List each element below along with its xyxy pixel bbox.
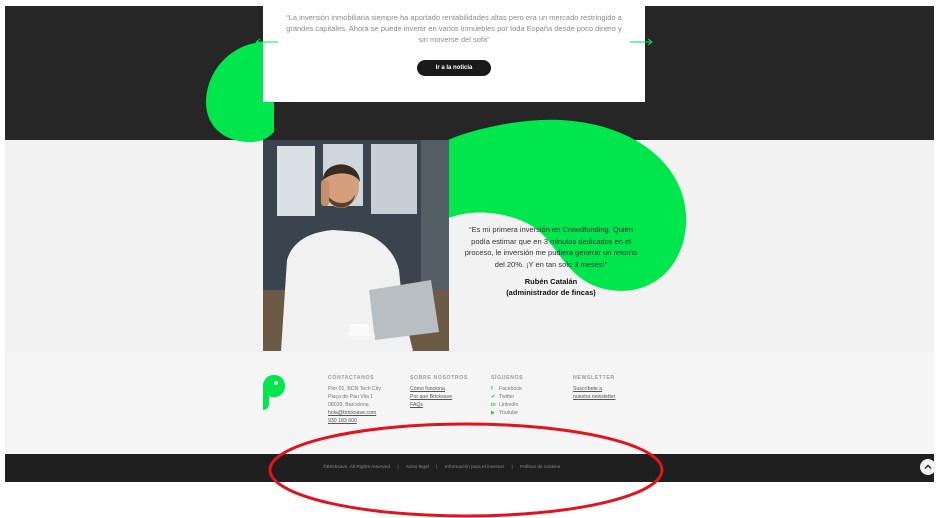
youtube-icon: ▶ — [491, 410, 495, 416]
cookies-policy-link[interactable]: Política de cookies — [520, 465, 560, 470]
linkedin-icon: in — [491, 402, 496, 408]
arrow-right-icon[interactable] — [628, 37, 654, 47]
investor-info-link[interactable]: Información para el inversor — [445, 465, 504, 470]
faqs-link[interactable]: FAQs — [410, 401, 468, 409]
news-quote: “La inversión inmobiliaria siempre ha ap… — [286, 13, 622, 44]
social-heading: SÍGUENOS — [491, 375, 524, 381]
testimonial-author: Rubén Catalán — [524, 277, 578, 286]
social-label: Facebook — [499, 386, 522, 392]
chevron-up-icon — [924, 464, 932, 469]
arrow-left-icon[interactable] — [254, 37, 280, 47]
address-line: Plaça de Pau Vila 1 — [328, 394, 374, 400]
separator: | — [511, 465, 513, 470]
copyright-text: ©Bricksave. All Rights reserved — [323, 465, 390, 470]
twitter-link[interactable]: ✔ Twitter — [491, 393, 523, 401]
facebook-link[interactable]: f Facebook — [491, 385, 523, 393]
twitter-icon: ✔ — [491, 394, 496, 400]
linkedin-link[interactable]: in Linkedin — [491, 401, 523, 409]
contact-phone-link[interactable]: 930 183 600 — [328, 417, 381, 425]
social-label: Linkedin — [499, 402, 519, 408]
why-bricksave-link[interactable]: Por qué Bricksave — [410, 393, 468, 401]
youtube-link[interactable]: ▶ Youtube — [491, 409, 523, 417]
footer-links-area — [5, 352, 934, 454]
separator: | — [397, 465, 399, 470]
about-heading: SOBRE NOSOTROS — [410, 375, 468, 381]
newsletter-link[interactable]: nuestra newsletter — [573, 393, 615, 401]
contact-heading: CONTACTANOS — [328, 375, 375, 381]
scroll-to-top-button[interactable] — [920, 459, 936, 475]
newsletter-link[interactable]: Suscríbete a — [573, 385, 615, 393]
newsletter-heading: NEWSLETTER — [573, 375, 615, 381]
footer-newsletter-column: NEWSLETTER Suscríbete a nuestra newslett… — [573, 374, 615, 401]
testimonial-block: “Es mi primera inversión en Crowdfunding… — [462, 224, 640, 298]
footer-about-column: SOBRE NOSOTROS Cómo funciona Por qué Bri… — [410, 374, 468, 409]
contact-email-link[interactable]: hola@bricksave.com — [328, 409, 381, 417]
address-line: 08039, Barcelona — [328, 402, 369, 408]
legal-links: ©Bricksave. All Rights reserved | Aviso … — [323, 465, 566, 470]
how-it-works-link[interactable]: Cómo funciona — [410, 385, 468, 393]
read-news-button[interactable]: Ir a la noticia — [417, 60, 491, 76]
legal-notice-link[interactable]: Aviso legal — [406, 465, 429, 470]
address-line: Pier 01, BCN Tech City — [328, 386, 381, 392]
news-quote-card: “La inversión inmobiliaria siempre ha ap… — [263, 6, 645, 102]
facebook-icon: f — [491, 386, 493, 392]
testimonial-quote: “Es mi primera inversión en Crowdfunding… — [464, 225, 638, 269]
testimonial-role: (administrador de fincas) — [506, 288, 596, 297]
footer-contact-column: CONTACTANOS Pier 01, BCN Tech City Plaça… — [328, 374, 381, 425]
social-label: Twitter — [499, 394, 515, 400]
bricksave-logo-icon[interactable] — [262, 374, 286, 412]
social-label: Youtube — [499, 410, 518, 416]
footer-social-column: SÍGUENOS f Facebook ✔ Twitter in Linkedin ▶… — [491, 374, 523, 417]
separator: | — [436, 465, 438, 470]
testimonial-photo — [263, 140, 449, 351]
legal-footer-bar: ©Bricksave. All Rights reserved | Aviso … — [5, 454, 934, 482]
